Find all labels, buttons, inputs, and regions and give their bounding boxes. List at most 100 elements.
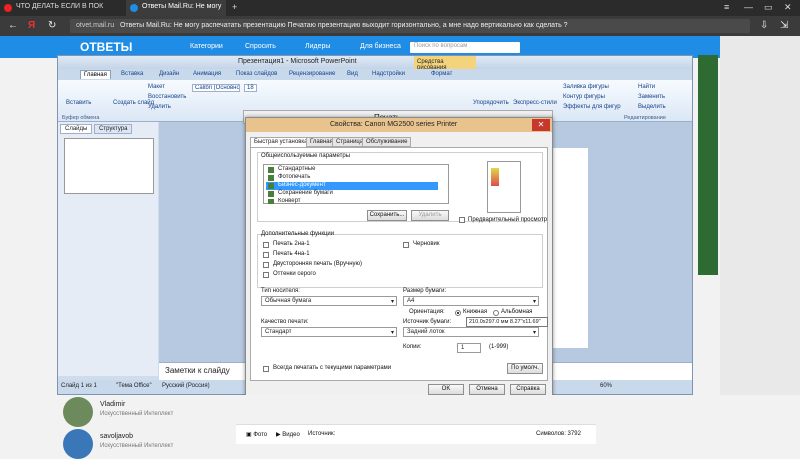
preset-label: Фотопечать (278, 174, 311, 180)
slide-thumbnail[interactable] (64, 138, 154, 194)
tab-format[interactable]: Формат (428, 70, 455, 78)
quick-styles-button[interactable]: Экспресс-стили (513, 100, 557, 106)
chevron-down-icon: ▾ (532, 299, 536, 305)
checkbox[interactable] (403, 242, 409, 248)
font-size-select[interactable]: 18 (244, 84, 257, 92)
always-print-label: Всегда печатать с текущими параметрами (273, 365, 392, 371)
back-icon[interactable]: ← (8, 20, 18, 31)
nav-business[interactable]: Для бизнеса (360, 43, 401, 50)
shape-effects-button[interactable]: Эффекты для фигур (563, 104, 621, 110)
page-preview (487, 161, 521, 213)
close-icon[interactable]: ✕ (532, 119, 550, 131)
context-tools-label: Средства рисования (414, 56, 476, 71)
url-field[interactable]: otvet.mail.ru Ответы Mail.Ru: Не могу ра… (70, 19, 750, 33)
photo-button[interactable]: ▣ Фото (246, 431, 267, 438)
refresh-icon[interactable]: ↻ (48, 20, 56, 31)
yandex-logo-icon[interactable]: Я (28, 20, 35, 31)
landscape-radio[interactable] (493, 310, 499, 316)
defaults-button[interactable]: По умолч. (507, 363, 543, 374)
list-item[interactable]: Стандартные (266, 166, 438, 174)
ppt-title: Презентация1 - Microsoft PowerPoint (238, 58, 357, 65)
list-item[interactable]: Фотопечать (266, 174, 438, 182)
tab-slides[interactable]: Слайды (60, 124, 93, 134)
copies-stepper[interactable]: 1 (457, 343, 481, 353)
tab-slideshow[interactable]: Показ слайдов (233, 70, 280, 78)
tab-animation[interactable]: Анимация (190, 70, 224, 78)
bookmarks-icon[interactable]: ≡ (724, 2, 729, 12)
preview-label: Предварительный просмотр (468, 217, 547, 223)
media-type-select[interactable]: Обычная бумага ▾ (261, 296, 397, 306)
tab-addins[interactable]: Надстройки (369, 70, 408, 78)
nav-leaders[interactable]: Лидеры (305, 43, 330, 50)
checkbox[interactable] (263, 242, 269, 248)
ok-button[interactable]: OK (428, 384, 464, 395)
maximize-icon[interactable]: ▭ (764, 2, 773, 13)
user-name[interactable]: Vladimir (100, 401, 125, 408)
select-button[interactable]: Выделить (638, 104, 666, 110)
minimize-icon[interactable]: — (744, 2, 753, 12)
nav-ask[interactable]: Спросить (245, 43, 276, 50)
menu-icon[interactable]: ⇲ (780, 20, 788, 31)
reset-button[interactable]: Восстановить (148, 94, 186, 100)
option-draft: Черновик (413, 241, 440, 247)
tab-review[interactable]: Рецензирование (286, 70, 338, 78)
tab-home[interactable]: Главная (80, 70, 111, 79)
user-name[interactable]: savoljavob (100, 433, 133, 440)
print-quality-select[interactable]: Стандарт ▾ (261, 327, 397, 337)
arrange-button[interactable]: Упорядочить (473, 100, 509, 106)
browser-tab-1[interactable]: ЧТО ДЕЛАТЬ ЕСЛИ В ПОК (0, 0, 125, 16)
media-type-value: Обычная бумага (265, 298, 312, 304)
downloads-icon[interactable]: ⇩ (760, 20, 768, 31)
list-item[interactable]: Сохранение бумаги (266, 190, 438, 198)
checkbox[interactable] (263, 252, 269, 258)
side-advert[interactable] (698, 55, 718, 275)
save-button[interactable]: Сохранить... (367, 210, 407, 221)
avatar[interactable] (63, 429, 93, 459)
delete-button[interactable]: Удалить (411, 210, 449, 221)
avatar[interactable] (63, 397, 93, 427)
video-button[interactable]: ▶ Видео (276, 431, 300, 438)
paper-size-value: A4 (407, 298, 415, 304)
nav-categories[interactable]: Категории (190, 43, 223, 50)
tab-design[interactable]: Дизайн (156, 70, 182, 78)
tab-view[interactable]: Вид (344, 70, 361, 78)
delete-slide-button[interactable]: Удалить (148, 104, 171, 110)
help-button[interactable]: Справка (510, 384, 546, 395)
browser-tab-2[interactable]: Ответы Mail.Ru: Не могу (126, 0, 226, 16)
cancel-button[interactable]: Отмена (469, 384, 505, 395)
tab-outline[interactable]: Структура (94, 124, 133, 134)
font-select[interactable]: Calibri (Основно (192, 84, 240, 92)
preview-checkbox[interactable] (459, 217, 465, 223)
list-item[interactable]: Бизнес-документ (266, 182, 438, 190)
preset-label: Бизнес-документ (278, 182, 326, 188)
shape-outline-button[interactable]: Контур фигуры (563, 94, 605, 100)
chevron-down-icon: ▾ (532, 330, 536, 336)
tab-insert[interactable]: Вставка (118, 70, 146, 78)
checkbox[interactable] (263, 272, 269, 278)
layout-button[interactable]: Макет (148, 84, 165, 90)
preset-label: Конверт (278, 198, 301, 204)
paper-source-select[interactable]: Задний лоток ▾ (403, 327, 539, 337)
tab-maintenance[interactable]: Обслуживание (362, 137, 412, 147)
site-logo[interactable]: ОТВЕТЫ (80, 40, 132, 54)
preset-icon (268, 191, 274, 197)
presets-list[interactable]: Стандартные Фотопечать Бизнес-документ С… (263, 164, 449, 204)
always-print-checkbox[interactable] (263, 366, 269, 372)
replace-button[interactable]: Заменить (638, 94, 665, 100)
new-tab-button[interactable]: + (232, 2, 237, 12)
paper-size-select[interactable]: A4 ▾ (403, 296, 539, 306)
shape-fill-button[interactable]: Заливка фигуры (563, 84, 609, 90)
find-button[interactable]: Найти (638, 84, 655, 90)
close-icon[interactable]: ✕ (784, 2, 792, 13)
tab-quick-setup[interactable]: Быстрая установка (250, 137, 312, 147)
tab-label: ЧТО ДЕЛАТЬ ЕСЛИ В ПОК (16, 3, 104, 10)
site-search-input[interactable]: Поиск по вопросам (410, 42, 520, 53)
portrait-radio[interactable] (455, 310, 461, 316)
list-item[interactable]: Конверт (266, 198, 438, 204)
dialog-title: Свойства: Canon MG2500 series Printer (330, 121, 458, 128)
answer-toolbar: ▣ Фото ▶ Видео Источник: Символов: 3792 (236, 424, 596, 444)
chevron-down-icon: ▾ (390, 330, 394, 336)
source-field[interactable]: Источник: (308, 431, 335, 437)
paste-button[interactable]: Вставить (66, 100, 91, 106)
checkbox[interactable] (263, 262, 269, 268)
